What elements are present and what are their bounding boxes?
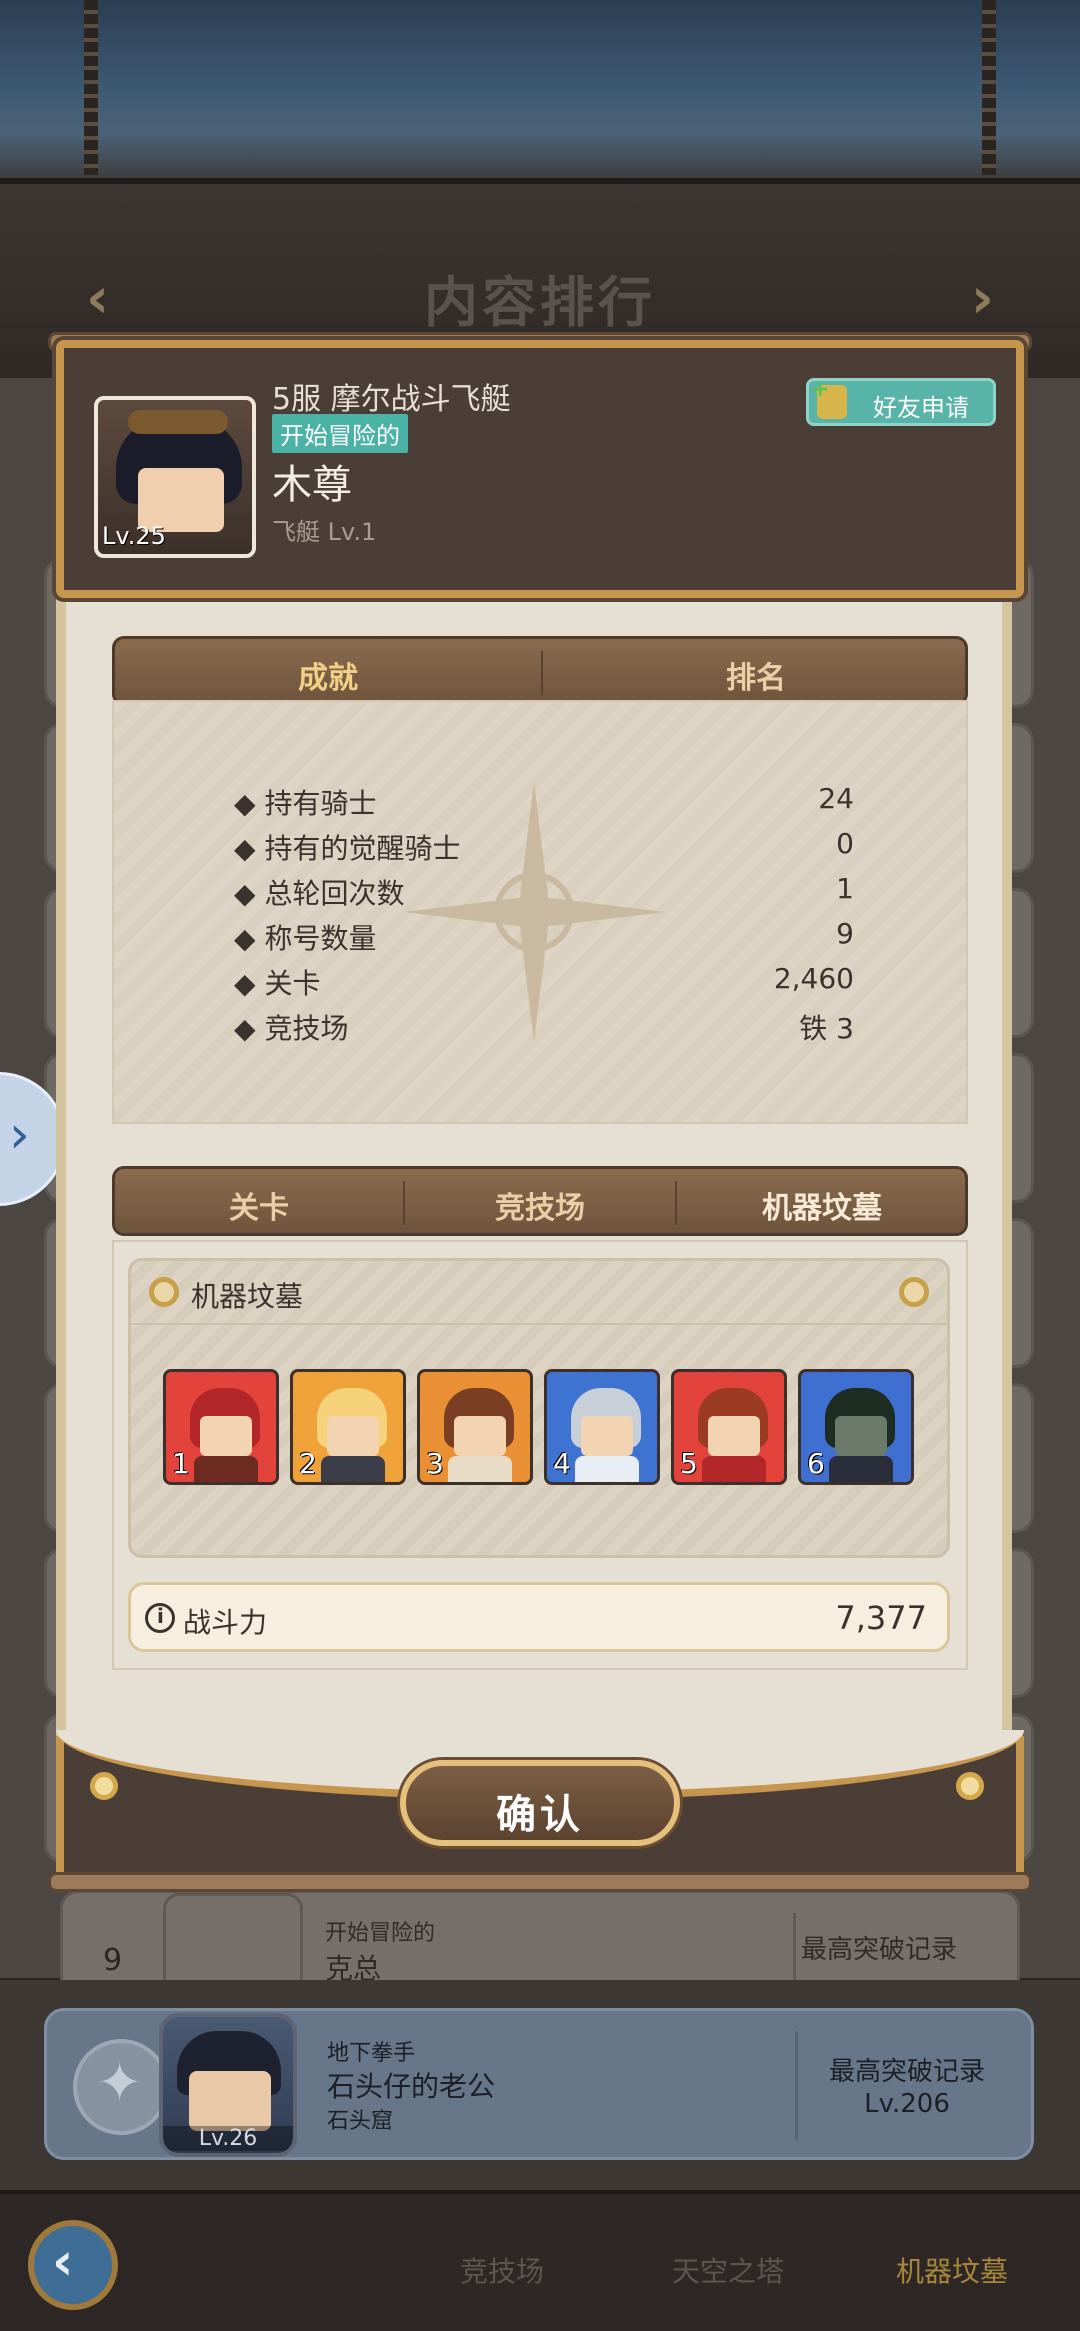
stat-label: 称号数量 bbox=[264, 922, 377, 955]
gear-icon bbox=[956, 1772, 984, 1800]
stat-value: 24 bbox=[818, 782, 854, 815]
rank-title: 开始冒险的 bbox=[325, 1921, 436, 1946]
friend-request-label: 好友申请 bbox=[873, 394, 969, 422]
friend-request-button[interactable]: 好友申请 bbox=[806, 377, 996, 426]
stat-label: 持有的觉醒骑士 bbox=[264, 832, 461, 865]
hero-slot-5[interactable]: 5 bbox=[671, 1369, 787, 1485]
hero-number: 2 bbox=[299, 1447, 317, 1480]
hanging-chain-right bbox=[982, 0, 996, 175]
tab-machine-tomb-mode[interactable]: 机器坟墓 bbox=[677, 1183, 967, 1227]
hero-number: 4 bbox=[553, 1447, 571, 1480]
hero-slot-2[interactable]: 2 bbox=[290, 1369, 406, 1485]
tab-arena-mode[interactable]: 竞技场 bbox=[405, 1183, 675, 1227]
page-title: 内容排行 bbox=[424, 271, 656, 334]
modal-bottom-rail bbox=[48, 1872, 1032, 1892]
top-tab-bar: 成就 排名 bbox=[112, 636, 968, 706]
tab-stage[interactable]: 关卡 bbox=[115, 1183, 403, 1227]
hero-slot-4[interactable]: 4 bbox=[544, 1369, 660, 1485]
my-title: 地下拳手 bbox=[327, 2041, 416, 2066]
stat-label: 持有骑士 bbox=[264, 787, 377, 820]
tab-ranking[interactable]: 排名 bbox=[543, 653, 969, 697]
divider bbox=[795, 2031, 798, 2141]
hero-number: 5 bbox=[680, 1447, 698, 1480]
stat-row: ◆ 竞技场 铁 3 bbox=[234, 1007, 854, 1051]
stat-label: 总轮回次数 bbox=[264, 877, 405, 910]
my-name: 石头仔的老公 bbox=[327, 2070, 496, 2103]
my-rank-card[interactable]: ✦ Lv.26 地下拳手 石头仔的老公 石头窟 最高突破记录 Lv.206 bbox=[44, 2008, 1034, 2160]
gear-icon bbox=[899, 1277, 929, 1307]
stat-label: 竞技场 bbox=[264, 1012, 349, 1045]
back-button[interactable]: ‹ bbox=[28, 2220, 118, 2310]
avatar-level: Lv.26 bbox=[163, 2126, 293, 2151]
hanging-chain-left bbox=[84, 0, 98, 175]
stat-value: 1 bbox=[836, 872, 854, 905]
stats-panel: ◆ 持有骑士 24 ◆ 持有的觉醒骑士 0 ◆ 总轮回次数 1 ◆ 称号数量 9… bbox=[112, 700, 968, 1124]
stat-value: 0 bbox=[836, 827, 854, 860]
tab-sky-tower[interactable]: 天空之塔 bbox=[672, 2250, 784, 2290]
tomb-header: 机器坟墓 bbox=[131, 1261, 947, 1325]
hero-number: 1 bbox=[172, 1447, 190, 1480]
tomb-team-panel: 机器坟墓 1 2 3 4 5 6 bbox=[128, 1258, 950, 1558]
stat-row: ◆ 总轮回次数 1 bbox=[234, 872, 854, 910]
hero-number: 6 bbox=[807, 1447, 825, 1480]
hero-slot-1[interactable]: 1 bbox=[163, 1369, 279, 1485]
confirm-button[interactable]: 确认 bbox=[400, 1760, 680, 1846]
tab-arena[interactable]: 竞技场 bbox=[460, 2250, 544, 2290]
hero-number: 3 bbox=[426, 1447, 444, 1480]
hero-slot-6[interactable]: 6 bbox=[798, 1369, 914, 1485]
stat-row: ◆ 持有的觉醒骑士 0 bbox=[234, 827, 854, 865]
record-label: 最高突破记录 bbox=[800, 1935, 957, 1965]
stat-label: 关卡 bbox=[264, 967, 321, 1000]
mode-tab-bar: 关卡 竞技场 机器坟墓 bbox=[112, 1166, 968, 1236]
player-name: 木尊 bbox=[272, 462, 352, 508]
bottom-nav: ‹ 竞技场 天空之塔 机器坟墓 bbox=[0, 2190, 1080, 2331]
chevron-right-icon: › bbox=[9, 1105, 30, 1165]
sky-background bbox=[0, 0, 1080, 190]
tab-machine-tomb[interactable]: 机器坟墓 bbox=[896, 2250, 1008, 2290]
add-friend-icon bbox=[811, 377, 847, 419]
stat-row: ◆ 称号数量 9 bbox=[234, 917, 854, 955]
tab-achievements[interactable]: 成就 bbox=[115, 653, 541, 697]
avatar-level: Lv.25 bbox=[102, 522, 166, 550]
stat-row: ◆ 持有骑士 24 bbox=[234, 782, 854, 820]
combat-power-bar: i 战斗力 7,377 bbox=[128, 1582, 950, 1652]
my-rank-bar: ✦ Lv.26 地下拳手 石头仔的老公 石头窟 最高突破记录 Lv.206 bbox=[0, 1980, 1080, 2190]
server-guild: 5服 摩尔战斗飞艇 bbox=[272, 382, 511, 417]
avatar: Lv.26 bbox=[159, 2013, 297, 2157]
tomb-title: 机器坟墓 bbox=[191, 1280, 304, 1313]
record-value: Lv.206 bbox=[864, 2089, 950, 2119]
stat-value: 2,460 bbox=[773, 962, 854, 995]
rank-number: 9 bbox=[103, 1943, 123, 1978]
avatar: Lv.25 bbox=[94, 396, 256, 558]
record-label: 最高突破记录 bbox=[828, 2057, 985, 2087]
chevron-left-icon: ‹ bbox=[52, 2232, 74, 2292]
my-guild: 石头窟 bbox=[327, 2109, 394, 2134]
combat-power-value: 7,377 bbox=[835, 1599, 927, 1637]
gear-icon bbox=[90, 1772, 118, 1800]
confirm-label: 确认 bbox=[496, 1792, 584, 1838]
stat-value: 9 bbox=[836, 917, 854, 950]
title-badge: 开始冒险的 bbox=[272, 414, 408, 453]
stat-row: ◆ 关卡 2,460 bbox=[234, 962, 854, 1000]
combat-power-label: 战斗力 bbox=[183, 1606, 268, 1639]
gear-icon bbox=[149, 1277, 179, 1307]
next-arrow-icon[interactable]: › bbox=[971, 266, 994, 331]
stat-value: 铁 3 bbox=[799, 1012, 854, 1045]
hero-slot-3[interactable]: 3 bbox=[417, 1369, 533, 1485]
compass-icon: ✦ bbox=[73, 2039, 169, 2135]
airship-level: 飞艇 Lv.1 bbox=[272, 518, 377, 546]
profile-header: Lv.25 5服 摩尔战斗飞艇 开始冒险的 木尊 飞艇 Lv.1 好友申请 bbox=[56, 340, 1024, 598]
info-icon[interactable]: i bbox=[145, 1603, 175, 1633]
